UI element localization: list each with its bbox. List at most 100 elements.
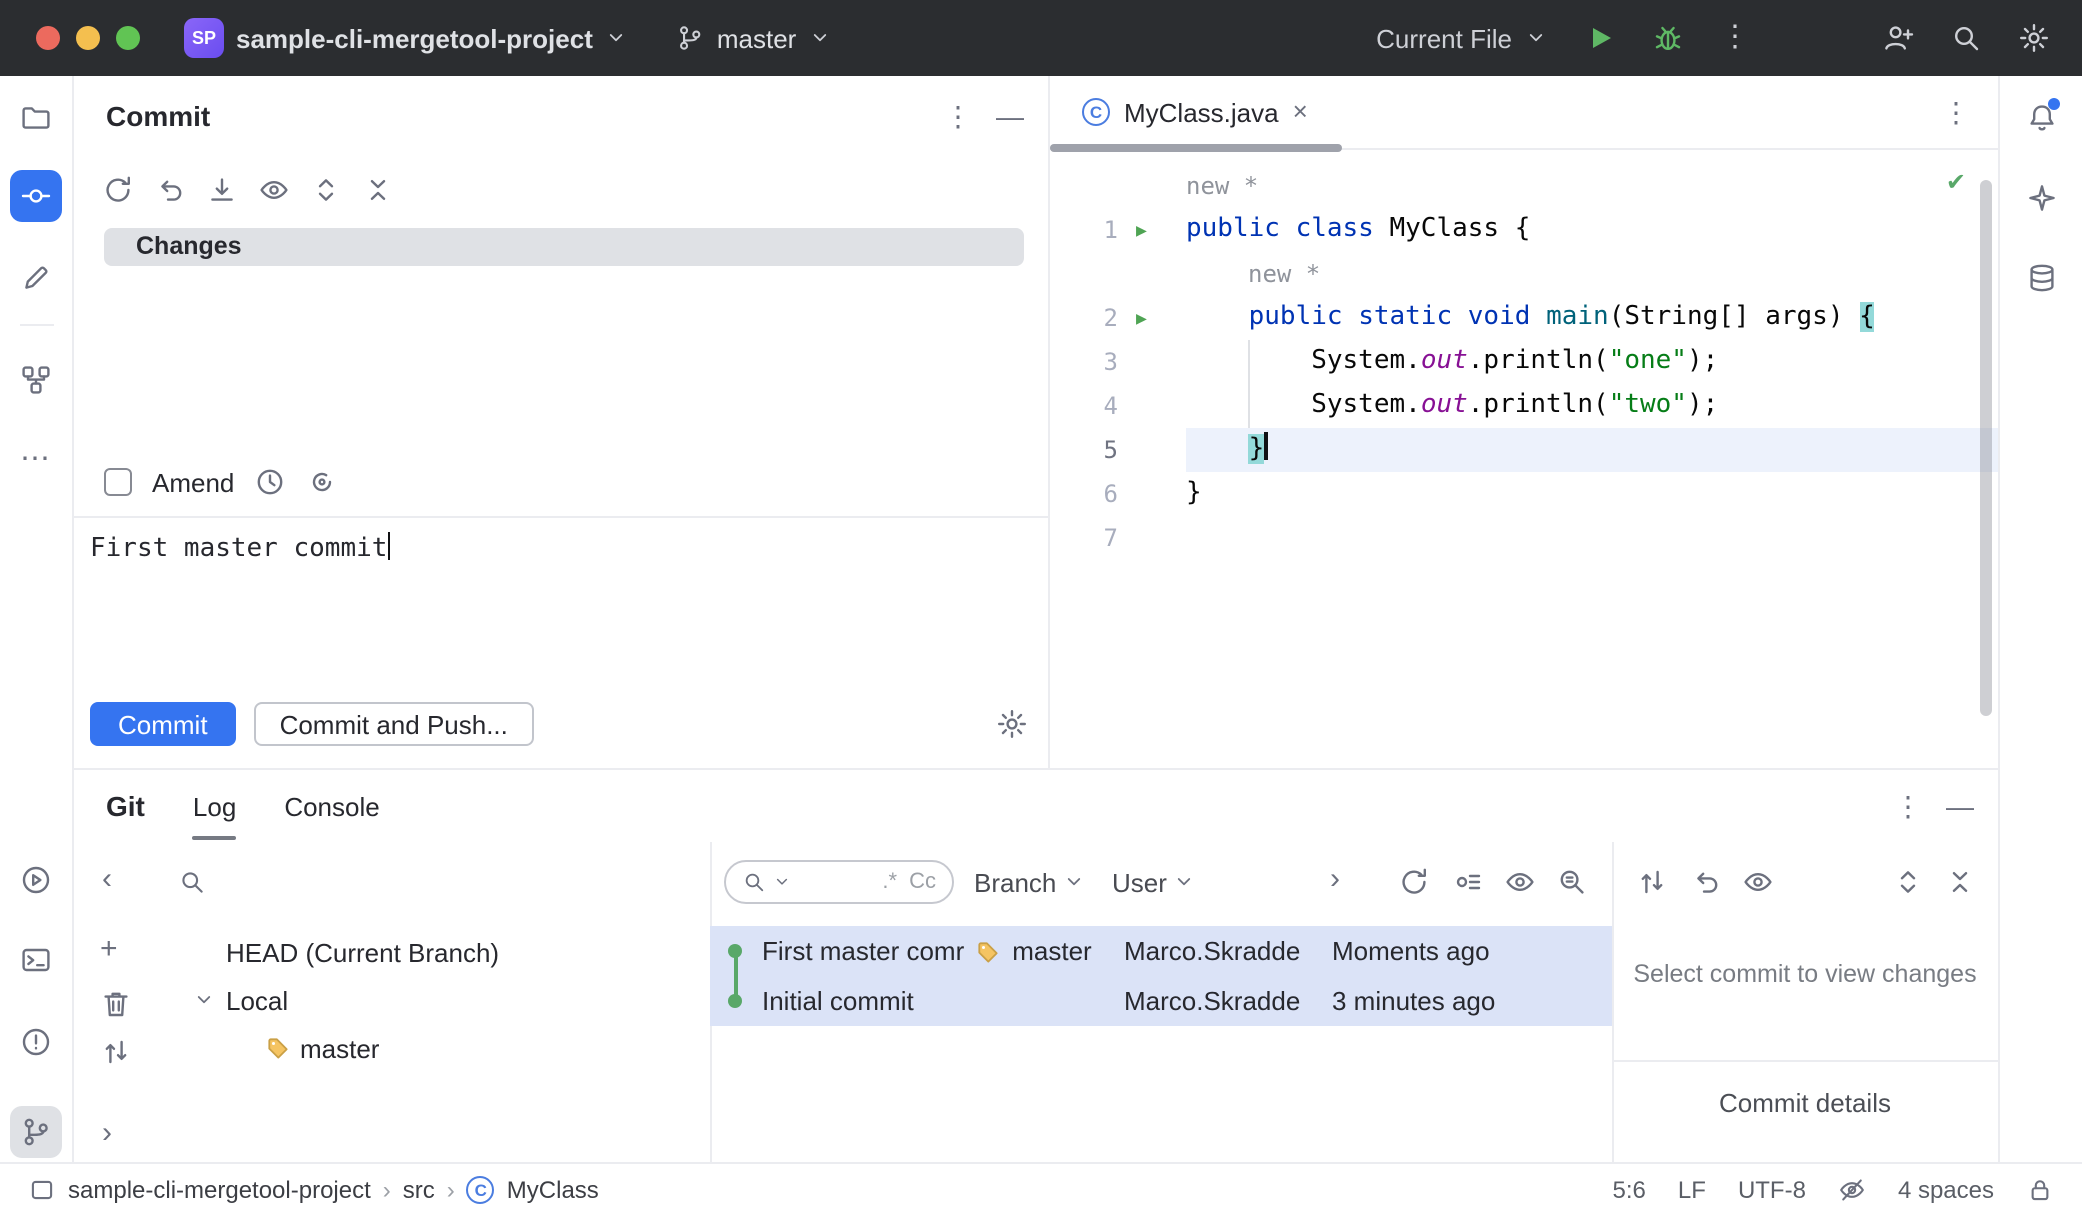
tab-scroll-indicator[interactable] — [1050, 144, 1342, 151]
breadcrumb-class[interactable]: MyClass — [507, 1176, 599, 1204]
more-filters-icon[interactable]: › — [1330, 863, 1340, 896]
go-to-hash-icon[interactable] — [1556, 866, 1588, 898]
commit-panel-options-kebab-icon[interactable]: ⋮ — [944, 100, 972, 132]
amend-checkbox[interactable] — [104, 468, 132, 496]
more-actions-kebab-icon[interactable]: ⋮ — [1720, 21, 1750, 54]
git-panel-options-kebab-icon[interactable]: ⋮ — [1894, 790, 1922, 822]
commit-panel-hide-icon[interactable]: — — [996, 100, 1024, 132]
rollback-icon[interactable] — [154, 174, 186, 206]
line-separator-widget[interactable]: LF — [1678, 1176, 1706, 1204]
commit-tool-icon[interactable] — [20, 180, 52, 212]
changes-group-header[interactable]: Changes — [104, 228, 1024, 266]
tree-item-head[interactable]: HEAD (Current Branch) — [154, 928, 710, 976]
git-panel-hide-icon[interactable]: — — [1946, 790, 1974, 822]
breadcrumb-src[interactable]: src — [403, 1176, 435, 1204]
refresh-log-icon[interactable] — [1398, 866, 1430, 898]
notifications-widget[interactable] — [2026, 98, 2060, 134]
regex-toggle[interactable]: .* — [882, 870, 897, 894]
line-number: 1 — [1103, 216, 1118, 244]
new-branch-icon[interactable]: + — [100, 933, 118, 966]
commit-message-history-icon[interactable] — [254, 466, 286, 498]
debug-button[interactable] — [1652, 22, 1684, 54]
user-filter-dropdown[interactable]: User — [1112, 866, 1197, 898]
code-area[interactable]: new * 1 ▶ public class MyClass { new * 2… — [1050, 164, 1998, 560]
project-window-icon[interactable] — [28, 1176, 56, 1204]
commit-search-input[interactable]: .* Cc — [724, 860, 954, 904]
git-tool-icon[interactable] — [20, 1116, 52, 1148]
project-tool-icon[interactable] — [20, 102, 52, 134]
caret-position-widget[interactable]: 5:6 — [1613, 1176, 1646, 1204]
commit-button[interactable]: Commit — [90, 702, 236, 746]
collapse-branches-pane-icon[interactable]: ‹ — [102, 863, 112, 896]
compare-commits-icon[interactable] — [1636, 866, 1668, 898]
tree-item-master[interactable]: master — [154, 1024, 710, 1072]
problems-tool-icon[interactable] — [20, 1026, 52, 1058]
commit-message-input[interactable]: First master commit — [74, 516, 1048, 688]
code-line[interactable]: 1 ▶ public class MyClass { — [1050, 208, 1998, 252]
edit-tool-icon[interactable] — [20, 262, 52, 294]
delete-branch-icon[interactable] — [100, 988, 132, 1020]
editor-scrollbar[interactable] — [1980, 180, 1992, 716]
ai-commit-message-icon[interactable] — [306, 466, 338, 498]
run-button[interactable] — [1584, 22, 1616, 54]
ai-assistant-icon[interactable] — [2026, 182, 2058, 214]
more-tools-icon[interactable]: ⋯ — [20, 443, 50, 476]
close-window-button[interactable] — [36, 26, 60, 50]
indent-widget[interactable]: 4 spaces — [1898, 1176, 1994, 1204]
match-case-toggle[interactable]: Cc — [909, 870, 936, 894]
terminal-tool-icon[interactable] — [20, 944, 52, 976]
run-line-icon[interactable]: ▶ — [1136, 310, 1147, 330]
shelve-icon[interactable] — [206, 174, 238, 206]
git-graph-options-icon[interactable] — [1452, 866, 1484, 898]
lock-icon[interactable] — [2026, 1176, 2054, 1204]
run-line-icon[interactable]: ▶ — [1136, 222, 1147, 242]
inlay-hint[interactable]: new * — [1186, 164, 1998, 208]
breadcrumb-project[interactable]: sample-cli-mergetool-project — [68, 1176, 371, 1204]
collapse-all-icon[interactable] — [1944, 866, 1976, 898]
commit-options-gear-icon[interactable] — [996, 708, 1028, 740]
commit-row[interactable]: First master comr master Marco.Skradde M… — [710, 926, 1612, 976]
rollback-selected-icon[interactable] — [1690, 866, 1722, 898]
branch-widget[interactable]: master — [677, 23, 832, 53]
code-line-current[interactable]: 5 } — [1050, 428, 1998, 472]
expand-all-icon[interactable] — [310, 174, 342, 206]
branch-filter-dropdown[interactable]: Branch — [974, 866, 1086, 898]
minimize-window-button[interactable] — [76, 26, 100, 50]
zoom-window-button[interactable] — [116, 26, 140, 50]
code-line[interactable]: 3 System.out.println("one"); — [1050, 340, 1998, 384]
expand-all-icon[interactable] — [1892, 866, 1924, 898]
commit-and-push-button[interactable]: Commit and Push... — [253, 702, 534, 746]
search-everywhere-icon[interactable] — [1950, 22, 1982, 54]
inlay-hint[interactable]: new * — [1186, 252, 1998, 296]
code-with-me-icon[interactable] — [1882, 22, 1914, 54]
database-tool-icon[interactable] — [2026, 262, 2058, 294]
editor-options-kebab-icon[interactable]: ⋮ — [1942, 96, 1970, 128]
code-line[interactable]: 4 System.out.println("two"); — [1050, 384, 1998, 428]
tree-item-local[interactable]: Local — [154, 976, 710, 1024]
expand-branches-pane-icon[interactable]: › — [102, 1117, 112, 1150]
fetch-push-icon[interactable] — [100, 1036, 132, 1068]
amend-label[interactable]: Amend — [152, 467, 234, 497]
collapse-all-icon[interactable] — [362, 174, 394, 206]
tab-myclass-java[interactable]: C MyClass.java × — [1074, 76, 1316, 148]
log-preview-icon[interactable] — [1504, 866, 1536, 898]
encoding-widget[interactable]: UTF-8 — [1738, 1176, 1806, 1204]
reader-mode-icon[interactable] — [1838, 1176, 1866, 1204]
services-tool-icon[interactable] — [20, 864, 52, 896]
close-tab-icon[interactable]: × — [1293, 96, 1308, 128]
show-diff-preview-icon[interactable] — [258, 174, 290, 206]
settings-gear-icon[interactable] — [2018, 22, 2050, 54]
details-preview-icon[interactable] — [1742, 866, 1774, 898]
tab-console[interactable]: Console — [284, 770, 379, 842]
branch-filter-search-icon[interactable] — [178, 868, 206, 896]
tab-log[interactable]: Log — [192, 770, 236, 842]
code-line[interactable]: 2 ▶ public static void main(String[] arg… — [1050, 296, 1998, 340]
run-configuration-selector[interactable]: Current File — [1376, 23, 1548, 53]
code-line[interactable]: 6 } — [1050, 472, 1998, 516]
code-line[interactable]: 7 — [1050, 516, 1998, 560]
inspections-ok-icon[interactable]: ✔ — [1946, 168, 1966, 196]
structure-tool-icon[interactable] — [20, 364, 52, 396]
commit-row[interactable]: Initial commit Marco.Skradde 3 minutes a… — [710, 976, 1612, 1026]
refresh-changes-icon[interactable] — [102, 174, 134, 206]
project-widget[interactable]: SP sample-cli-mergetool-project — [184, 18, 629, 58]
